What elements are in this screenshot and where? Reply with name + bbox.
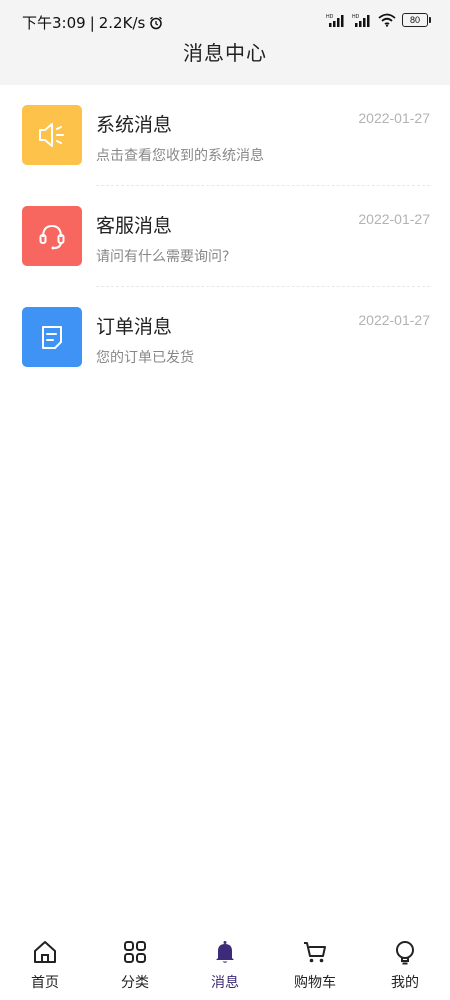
message-title: 系统消息 bbox=[96, 114, 173, 136]
headset-icon bbox=[35, 219, 69, 253]
tab-messages[interactable]: 消息 bbox=[185, 928, 265, 1000]
tab-cart[interactable]: 购物车 bbox=[275, 928, 355, 1000]
status-separator: | bbox=[89, 13, 95, 32]
svg-text:HD: HD bbox=[352, 14, 360, 20]
message-subtitle: 您的订单已发货 bbox=[96, 350, 194, 366]
status-network-speed: 2.2K/s bbox=[98, 13, 146, 32]
header: 消息中心 bbox=[0, 40, 450, 85]
message-title: 客服消息 bbox=[96, 215, 173, 237]
page-title: 消息中心 bbox=[183, 41, 267, 65]
alarm-icon bbox=[149, 16, 163, 30]
message-date: 2022-01-27 bbox=[358, 211, 430, 227]
signal-hd-icon: HD bbox=[326, 13, 346, 27]
status-right: HD HD 80 bbox=[326, 13, 431, 27]
signal-hd-icon: HD bbox=[352, 13, 372, 27]
svg-text:HD: HD bbox=[326, 14, 334, 20]
battery-level: 80 bbox=[409, 15, 420, 25]
message-title: 订单消息 bbox=[96, 316, 173, 338]
message-item-order[interactable]: 订单消息 您的订单已发货 2022-01-27 bbox=[0, 287, 450, 388]
tab-label: 我的 bbox=[391, 975, 419, 991]
tab-label: 首页 bbox=[31, 975, 59, 991]
message-item-system[interactable]: 系统消息 点击查看您收到的系统消息 2022-01-27 bbox=[0, 85, 450, 186]
speaker-icon bbox=[35, 118, 69, 152]
tab-home[interactable]: 首页 bbox=[5, 928, 85, 1000]
wifi-icon bbox=[378, 13, 396, 27]
status-left: 下午3:09 | 2.2K/s bbox=[22, 12, 163, 33]
tab-profile[interactable]: 我的 bbox=[365, 928, 445, 1000]
message-icon-box bbox=[22, 206, 82, 266]
message-icon-box bbox=[22, 105, 82, 165]
message-icon-box bbox=[22, 307, 82, 367]
status-bar: 下午3:09 | 2.2K/s HD HD 80 bbox=[0, 0, 450, 40]
message-subtitle: 请问有什么需要询问? bbox=[96, 249, 230, 265]
tab-bar: 首页 分类 消息 购物车 我的 bbox=[0, 928, 450, 1000]
tab-category[interactable]: 分类 bbox=[95, 928, 175, 1000]
document-icon bbox=[35, 320, 69, 354]
home-icon bbox=[31, 938, 59, 966]
message-item-service[interactable]: 客服消息 请问有什么需要询问? 2022-01-27 bbox=[0, 186, 450, 287]
message-subtitle: 点击查看您收到的系统消息 bbox=[96, 148, 264, 164]
tab-label: 消息 bbox=[211, 975, 239, 991]
tab-label: 购物车 bbox=[294, 975, 336, 991]
bulb-icon bbox=[391, 938, 419, 966]
grid-icon bbox=[121, 938, 149, 966]
message-date: 2022-01-27 bbox=[358, 110, 430, 126]
tab-label: 分类 bbox=[121, 975, 149, 991]
status-time: 下午3:09 bbox=[22, 14, 86, 32]
battery-icon: 80 bbox=[402, 13, 431, 27]
message-date: 2022-01-27 bbox=[358, 312, 430, 328]
bell-icon bbox=[211, 938, 239, 966]
cart-icon bbox=[301, 938, 329, 966]
